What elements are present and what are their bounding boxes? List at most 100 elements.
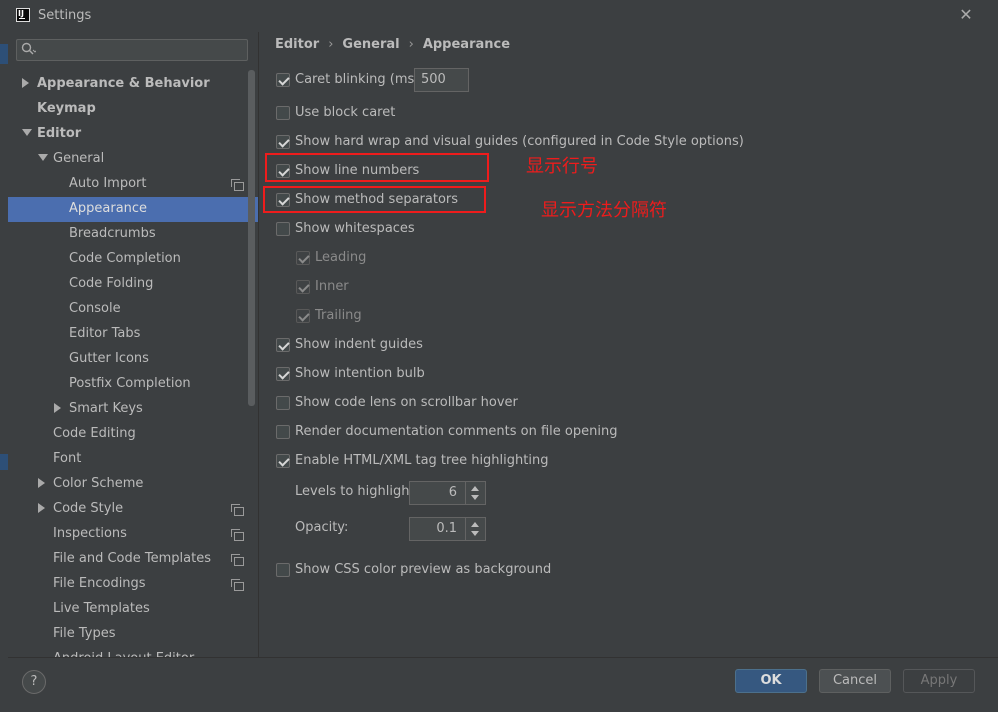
sidebar-item-general[interactable]: General [53, 146, 104, 171]
cancel-button[interactable]: Cancel [819, 669, 891, 693]
expand-arrow-icon[interactable] [38, 503, 45, 513]
highlight-box-line-numbers [265, 153, 489, 182]
title-bar [0, 0, 998, 32]
css-color-label: Show CSS color preview as background [295, 562, 552, 577]
sidebar-item-font[interactable]: Font [53, 446, 81, 471]
levels-spin-buttons[interactable] [465, 482, 485, 504]
hard-wrap-label: Show hard wrap and visual guides (config… [295, 134, 744, 149]
breadcrumb-separator: › [408, 37, 414, 52]
sidebar-item-color-scheme[interactable]: Color Scheme [53, 471, 143, 496]
sidebar-item-editor[interactable]: Editor [37, 121, 81, 146]
breadcrumb-appearance: Appearance [422, 37, 511, 52]
levels-value[interactable]: 6 [449, 482, 457, 504]
levels-label: Levels to highlight: [295, 484, 419, 499]
sidebar-item-inspections[interactable]: Inspections [53, 521, 127, 546]
expand-arrow-icon[interactable] [22, 78, 29, 88]
sidebar-item-appearance-behavior[interactable]: Appearance & Behavior [37, 71, 210, 96]
render-docs-label: Render documentation comments on file op… [295, 424, 618, 439]
leading-checkbox[interactable] [296, 251, 310, 265]
project-scope-icon [231, 579, 244, 591]
trailing-checkbox[interactable] [296, 309, 310, 323]
spin-up-icon[interactable] [471, 486, 479, 491]
whitespaces-checkbox[interactable] [276, 222, 290, 236]
block-caret-label: Use block caret [295, 105, 396, 120]
code-lens-label: Show code lens on scrollbar hover [295, 395, 518, 410]
annotation-method-separators: 显示方法分隔符 [541, 200, 667, 221]
sidebar-item-smart-keys[interactable]: Smart Keys [69, 396, 143, 421]
levels-spinner[interactable]: 6 [409, 481, 486, 505]
inner-checkbox[interactable] [296, 280, 310, 294]
opacity-spinner[interactable]: 0.1 [409, 517, 486, 541]
block-caret-checkbox[interactable] [276, 106, 290, 120]
hard-wrap-checkbox[interactable] [276, 135, 290, 149]
sidebar-item-file-encodings[interactable]: File Encodings [53, 571, 146, 596]
sidebar-item-gutter-icons[interactable]: Gutter Icons [69, 346, 149, 371]
sidebar-item-breadcrumbs[interactable]: Breadcrumbs [69, 221, 156, 246]
breadcrumb: Editor › General › Appearance [275, 37, 510, 55]
caret-blinking-checkbox[interactable] [276, 73, 290, 87]
trailing-label: Trailing [315, 308, 362, 323]
ok-button[interactable]: OK [735, 669, 807, 693]
annotation-line-numbers: 显示行号 [526, 156, 598, 177]
project-scope-icon [231, 554, 244, 566]
intention-bulb-label: Show intention bulb [295, 366, 425, 381]
leading-label: Leading [315, 250, 367, 265]
footer-divider [8, 657, 998, 658]
collapse-arrow-icon[interactable] [38, 154, 48, 161]
whitespaces-label: Show whitespaces [295, 221, 415, 236]
spin-down-icon[interactable] [471, 495, 479, 500]
sidebar-item-keymap[interactable]: Keymap [37, 96, 96, 121]
caret-blinking-input[interactable]: 500 [414, 68, 469, 92]
code-lens-checkbox[interactable] [276, 396, 290, 410]
expand-arrow-icon[interactable] [38, 478, 45, 488]
tag-tree-label: Enable HTML/XML tag tree highlighting [295, 453, 549, 468]
search-input[interactable] [16, 39, 248, 61]
sidebar-item-editor-tabs[interactable]: Editor Tabs [69, 321, 140, 346]
search-icon [21, 42, 36, 55]
window-title: Settings [38, 8, 92, 23]
panel-divider[interactable] [258, 32, 259, 657]
sidebar-item-console[interactable]: Console [69, 296, 121, 321]
tag-tree-checkbox[interactable] [276, 454, 290, 468]
close-icon[interactable]: ✕ [956, 3, 976, 27]
help-button[interactable]: ? [22, 670, 46, 694]
sidebar-item-code-completion[interactable]: Code Completion [69, 246, 181, 271]
sidebar-item-file-code-templates[interactable]: File and Code Templates [53, 546, 211, 571]
sidebar-item-android-layout-editor[interactable]: Android Layout Editor [53, 646, 194, 657]
inner-label: Inner [315, 279, 349, 294]
intention-bulb-checkbox[interactable] [276, 367, 290, 381]
breadcrumb-editor[interactable]: Editor [275, 37, 319, 52]
intellij-logo-icon: IJ [16, 8, 30, 22]
highlight-box-method-separators [263, 186, 486, 213]
sidebar-scrollbar[interactable] [248, 70, 255, 406]
sidebar-item-appearance[interactable]: Appearance [69, 196, 147, 221]
css-color-checkbox[interactable] [276, 563, 290, 577]
background-strip [0, 454, 8, 470]
caret-blinking-label: Caret blinking (ms): [295, 72, 424, 87]
background-strip [0, 44, 8, 64]
sidebar-clip: Android Layout Editor [8, 646, 258, 657]
sidebar-item-file-types[interactable]: File Types [53, 621, 116, 646]
sidebar-item-live-templates[interactable]: Live Templates [53, 596, 150, 621]
expand-arrow-icon[interactable] [54, 403, 61, 413]
opacity-spin-buttons[interactable] [465, 518, 485, 540]
sidebar-item-postfix-completion[interactable]: Postfix Completion [69, 371, 191, 396]
collapse-arrow-icon[interactable] [22, 129, 32, 136]
project-scope-icon [231, 529, 244, 541]
indent-guides-label: Show indent guides [295, 337, 423, 352]
opacity-label: Opacity: [295, 520, 349, 535]
project-scope-icon [231, 179, 244, 191]
sidebar-item-code-folding[interactable]: Code Folding [69, 271, 153, 296]
spin-down-icon[interactable] [471, 531, 479, 536]
apply-button[interactable]: Apply [903, 669, 975, 693]
indent-guides-checkbox[interactable] [276, 338, 290, 352]
sidebar-item-code-editing[interactable]: Code Editing [53, 421, 136, 446]
spin-up-icon[interactable] [471, 522, 479, 527]
sidebar-item-auto-import[interactable]: Auto Import [69, 171, 146, 196]
breadcrumb-general[interactable]: General [342, 37, 399, 52]
breadcrumb-separator: › [328, 37, 334, 52]
sidebar-item-code-style[interactable]: Code Style [53, 496, 123, 521]
render-docs-checkbox[interactable] [276, 425, 290, 439]
project-scope-icon [231, 504, 244, 516]
opacity-value[interactable]: 0.1 [436, 518, 457, 540]
